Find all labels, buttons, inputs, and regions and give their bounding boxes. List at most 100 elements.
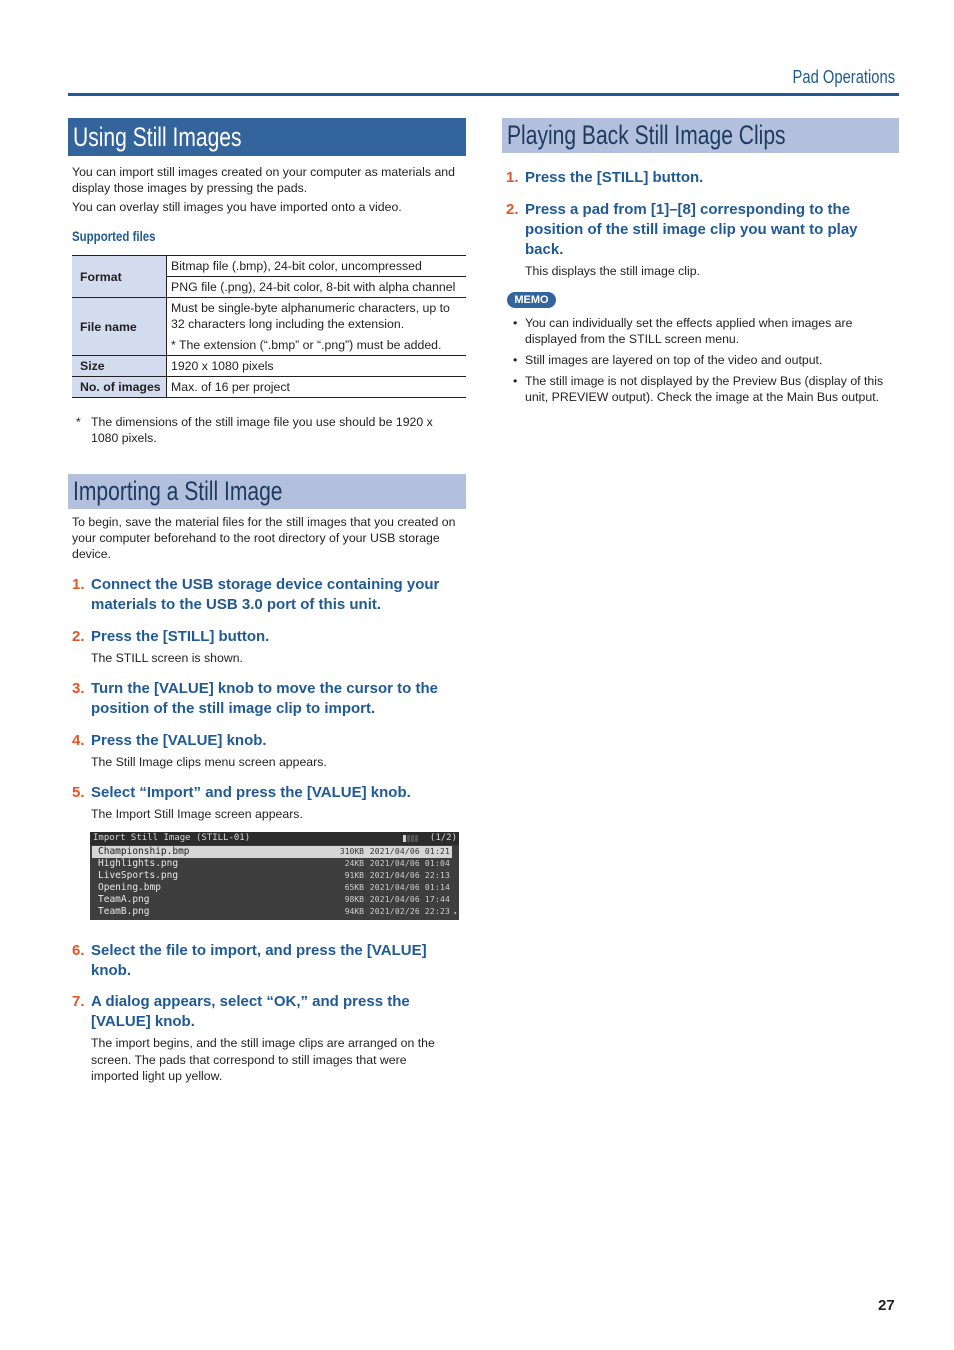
section-heading-playing-back: Playing Back Still Image Clips: [502, 118, 899, 153]
memo-item: • You can individually set the effects ap…: [507, 315, 899, 347]
import-step-5: 5. Select “Import” and press the [VALUE]…: [72, 783, 464, 803]
filename-value: Must be single-byte alphanumeric charact…: [166, 297, 466, 356]
footnote-mark: *: [76, 415, 81, 429]
file-name: LiveSports.png: [98, 870, 179, 881]
import-step-7-desc: The import begins, and the still image c…: [91, 1036, 435, 1083]
file-row[interactable]: TeamB.png 94KB 2021/02/26 22:23: [92, 906, 452, 918]
count-value: Max. of 16 per project: [166, 376, 466, 398]
file-date: 2021/04/06 01:04: [369, 859, 450, 868]
memo-item: • Still images are layered on top of the …: [507, 352, 899, 368]
file-size: 98KB: [344, 895, 364, 904]
import-step-4: 4. Press the [VALUE] knob.: [72, 731, 464, 751]
supported-files-table: Format Bitmap file (.bmp), 24-bit color,…: [72, 255, 466, 398]
table-row: Format Bitmap file (.bmp), 24-bit color,…: [72, 255, 466, 298]
step-number: 2.: [72, 628, 85, 645]
footnote-text: The dimensions of the still image file y…: [91, 415, 433, 445]
file-row[interactable]: LiveSports.png 91KB 2021/04/06 22:13: [92, 870, 452, 882]
file-row[interactable]: TeamA.png 98KB 2021/04/06 17:44: [92, 894, 452, 906]
playback-step-2-desc: This displays the still image clip.: [525, 264, 700, 278]
bullet-icon: •: [513, 353, 518, 367]
filename-rule: Must be single-byte alphanumeric charact…: [171, 301, 450, 331]
step-text: Select the file to import, and press the…: [91, 942, 427, 979]
section-heading-using-still-images: Using Still Images: [68, 118, 466, 156]
file-date: 2021/04/06 22:13: [369, 871, 450, 880]
bullet-icon: •: [513, 374, 518, 388]
import-still-image-screen: Import Still Image (STILL-01) (1/2) Cham…: [90, 832, 459, 920]
file-row[interactable]: Highlights.png 24KB 2021/04/06 01:04: [92, 858, 452, 870]
step-number: 1.: [506, 169, 519, 186]
file-size: 91KB: [344, 871, 364, 880]
file-name: Opening.bmp: [98, 882, 161, 893]
intro-paragraph-1: You can import still images created on y…: [72, 165, 455, 195]
step-text: Press the [STILL] button.: [91, 628, 270, 645]
header-rule: [68, 93, 899, 96]
format-value-bmp: Bitmap file (.bmp), 24-bit color, uncomp…: [166, 255, 466, 277]
file-name: Championship.bmp: [98, 846, 190, 857]
memo-text: Still images are layered on top of the v…: [525, 353, 823, 367]
section-title: Importing a Still Image: [73, 476, 283, 506]
section-title: Using Still Images: [73, 121, 242, 152]
step-text: A dialog appears, select “OK,” and press…: [91, 993, 410, 1030]
table-row: Size 1920 x 1080 pixels: [72, 355, 466, 377]
file-date: 2021/04/06 17:44: [369, 895, 450, 904]
file-name: TeamB.png: [98, 906, 150, 917]
playback-step-2: 2. Press a pad from [1]–[8] correspondin…: [506, 200, 898, 260]
filename-label: File name: [72, 297, 167, 356]
step-text: Turn the [VALUE] knob to move the cursor…: [91, 680, 438, 717]
step-number: 6.: [72, 942, 85, 959]
step-text: Press a pad from [1]–[8] corresponding t…: [525, 201, 858, 258]
file-size: 310KB: [339, 847, 364, 856]
supported-files-heading: Supported files: [72, 228, 156, 244]
format-label: Format: [72, 255, 167, 298]
size-value: 1920 x 1080 pixels: [166, 355, 466, 377]
bullet-icon: •: [513, 316, 518, 330]
file-date: 2021/04/06 01:21: [369, 847, 450, 856]
memo-text: The still image is not displayed by the …: [525, 374, 884, 404]
section-heading-importing: Importing a Still Image: [68, 474, 466, 509]
file-date: 2021/02/26 22:23: [369, 907, 450, 916]
section-title: Playing Back Still Image Clips: [507, 120, 786, 150]
import-intro: To begin, save the material files for th…: [72, 515, 456, 561]
file-row[interactable]: Opening.bmp 65KB 2021/04/06 01:14: [92, 882, 452, 894]
scroll-down-icon: ▾: [453, 910, 457, 917]
step-number: 7.: [72, 993, 85, 1010]
step-text: Press the [STILL] button.: [525, 169, 704, 186]
step-number: 2.: [506, 201, 519, 218]
import-step-6: 6. Select the file to import, and press …: [72, 941, 464, 981]
screen-page: (1/2): [429, 833, 457, 843]
import-step-5-desc: The Import Still Image screen appears.: [91, 807, 303, 821]
count-label: No. of images: [72, 376, 167, 398]
table-row: File name Must be single-byte alphanumer…: [72, 297, 466, 356]
filename-note: * The extension (“.bmp” or “.png”) must …: [171, 338, 442, 352]
file-name: Highlights.png: [98, 858, 179, 869]
step-number: 3.: [72, 680, 85, 697]
playback-step-1: 1. Press the [STILL] button.: [506, 168, 898, 188]
step-text: Press the [VALUE] knob.: [91, 732, 267, 749]
step-text: Select “Import” and press the [VALUE] kn…: [91, 784, 411, 801]
file-size: 24KB: [344, 859, 364, 868]
step-number: 1.: [72, 576, 85, 593]
step-text: Connect the USB storage device containin…: [91, 576, 440, 613]
import-step-4-desc: The Still Image clips menu screen appear…: [91, 755, 327, 769]
memo-text: You can individually set the effects app…: [525, 316, 853, 346]
import-step-1: 1. Connect the USB storage device contai…: [72, 575, 464, 615]
memo-list: • You can individually set the effects ap…: [507, 315, 899, 410]
file-name: TeamA.png: [98, 894, 150, 905]
import-step-7: 7. A dialog appears, select “OK,” and pr…: [72, 992, 466, 1032]
step-number: 5.: [72, 784, 85, 801]
page-number: 27: [878, 1297, 895, 1314]
import-step-2-desc: The STILL screen is shown.: [91, 651, 243, 665]
file-date: 2021/04/06 01:14: [369, 883, 450, 892]
step-number: 4.: [72, 732, 85, 749]
memo-item: • The still image is not displayed by the…: [507, 373, 899, 405]
size-label: Size: [72, 355, 167, 377]
import-step-3: 3. Turn the [VALUE] knob to move the cur…: [72, 679, 464, 719]
file-row[interactable]: Championship.bmp 310KB 2021/04/06 01:21: [92, 846, 452, 858]
table-row: No. of images Max. of 16 per project: [72, 376, 466, 398]
running-header: Pad Operations: [792, 67, 895, 87]
format-value-png: PNG file (.png), 24-bit color, 8-bit wit…: [166, 276, 466, 298]
import-step-2: 2. Press the [STILL] button.: [72, 627, 464, 647]
memo-badge: MEMO: [507, 292, 556, 308]
file-size: 65KB: [344, 883, 364, 892]
screen-titlebar: Import Still Image (STILL-01) (1/2): [90, 832, 459, 845]
